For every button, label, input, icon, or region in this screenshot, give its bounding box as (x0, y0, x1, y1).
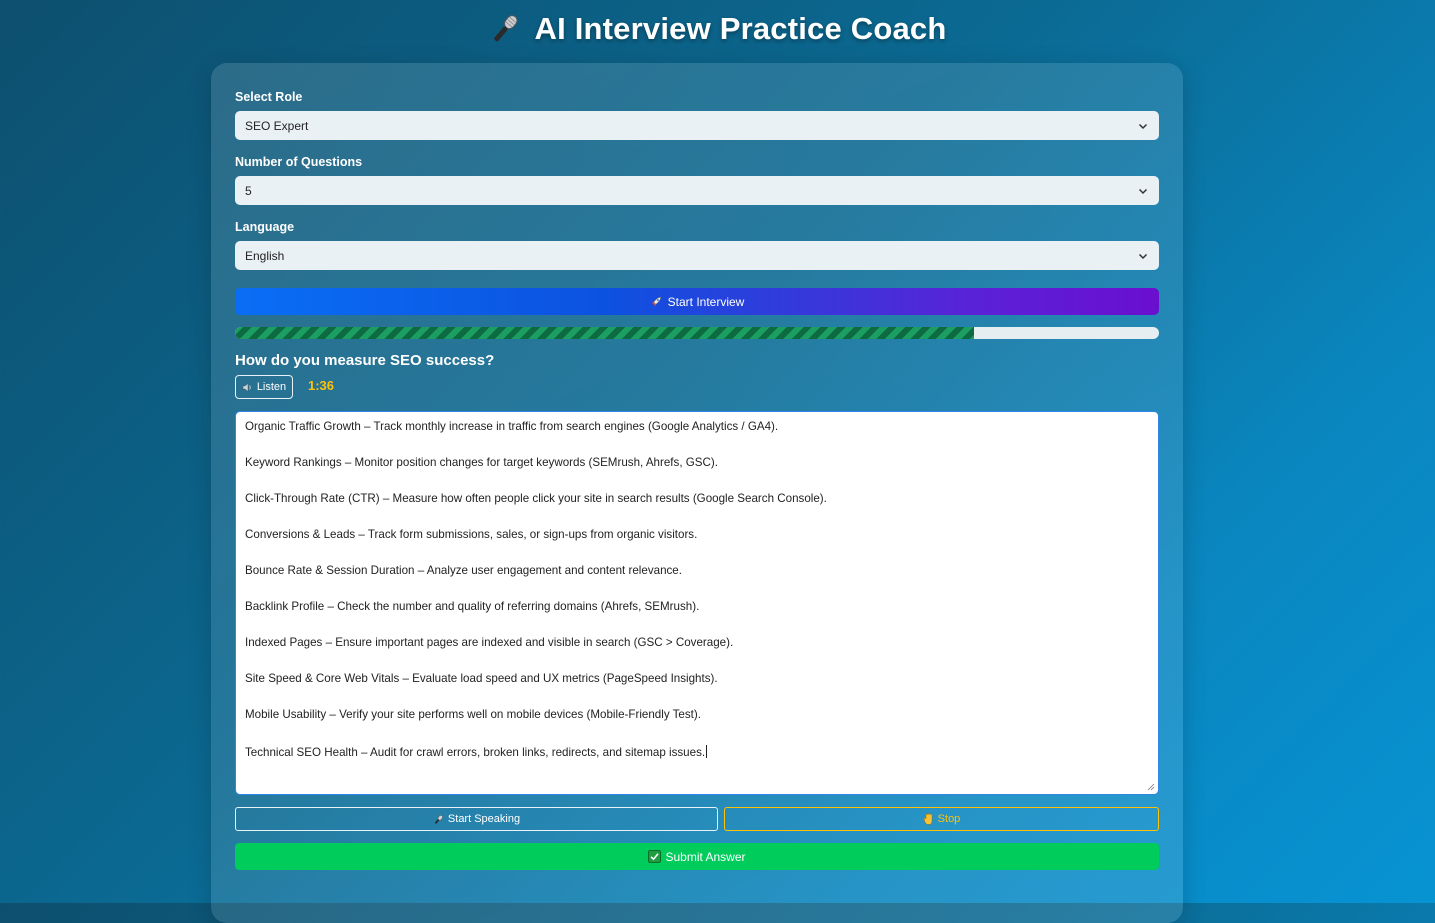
start-interview-label: Start Interview (667, 294, 745, 309)
microphone-icon (494, 15, 519, 42)
role-select[interactable]: SEO Expert (235, 111, 1159, 140)
chevron-down-icon (1138, 188, 1148, 194)
answer-line: Indexed Pages – Ensure important pages a… (245, 636, 734, 649)
text-caret (706, 745, 708, 758)
role-select-value: SEO Expert (245, 118, 309, 133)
start-speaking-label: Start Speaking (447, 813, 521, 825)
questions-label: Number of Questions (235, 155, 363, 169)
answer-line: Technical SEO Health – Audit for crawl e… (245, 746, 706, 759)
answer-line: Click-Through Rate (CTR) – Measure how o… (245, 492, 827, 505)
answer-line-last: Technical SEO Health – Audit for crawl e… (245, 745, 1149, 781)
answer-line: Site Speed & Core Web Vitals – Evaluate … (245, 672, 718, 685)
questions-select[interactable]: 5 (235, 176, 1159, 205)
language-select-value: English (245, 248, 285, 263)
listen-label: Listen (256, 381, 287, 393)
stop-button[interactable]: Stop (724, 807, 1159, 831)
progress-bar (235, 327, 1159, 339)
hand-icon (923, 813, 932, 825)
answer-line: Keyword Rankings – Monitor position chan… (245, 456, 718, 469)
role-label: Select Role (235, 90, 303, 104)
language-select[interactable]: English (235, 241, 1159, 270)
questions-select-value: 5 (245, 183, 252, 198)
answer-textarea[interactable]: Organic Traffic Growth – Track monthly i… (235, 411, 1159, 795)
speaker-icon (242, 382, 251, 392)
rocket-icon (651, 296, 661, 307)
language-label: Language (235, 220, 295, 234)
app-header: AI Interview Practice Coach (0, 8, 1435, 50)
start-speaking-button[interactable]: Start Speaking (235, 807, 718, 831)
answer-line: Conversions & Leads – Track form submiss… (245, 528, 698, 541)
question-text: How do you measure SEO success? (235, 352, 495, 369)
answer-line: Bounce Rate & Session Duration – Analyze… (245, 564, 682, 577)
microphone-icon (434, 814, 443, 824)
chevron-down-icon (1138, 253, 1148, 259)
page-title: AI Interview Practice Coach (534, 11, 947, 46)
checkmark-icon (648, 850, 662, 863)
countdown-timer: 1:36 (308, 378, 335, 393)
submit-answer-button[interactable]: Submit Answer (235, 843, 1159, 870)
start-interview-button[interactable]: Start Interview (235, 288, 1159, 315)
answer-line: Organic Traffic Growth – Track monthly i… (245, 420, 779, 433)
resize-grip-icon[interactable] (1147, 783, 1155, 791)
progress-fill (235, 327, 975, 339)
answer-line: Mobile Usability – Verify your site perf… (245, 708, 701, 721)
listen-button[interactable]: Listen (235, 375, 293, 399)
chevron-down-icon (1138, 123, 1148, 129)
submit-answer-label: Submit Answer (665, 849, 746, 864)
stop-label: Stop (937, 813, 961, 825)
answer-line: Backlink Profile – Check the number and … (245, 600, 700, 613)
